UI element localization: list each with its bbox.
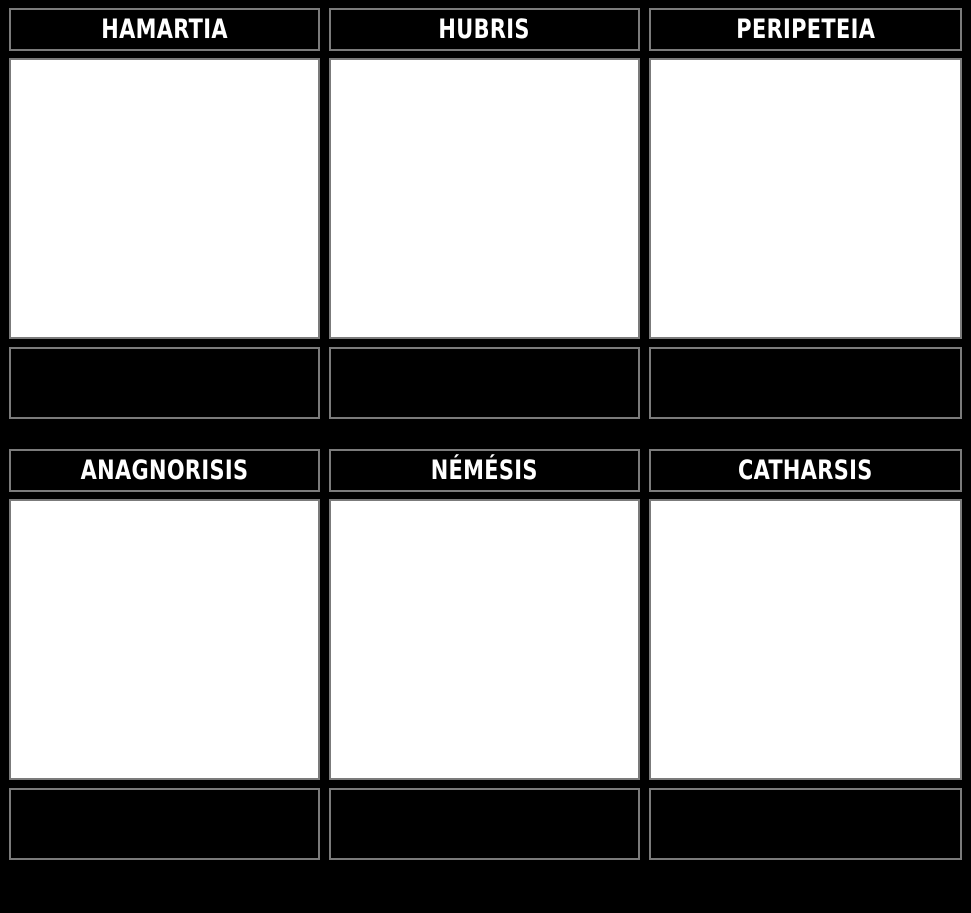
cell-title-text: HUBRIS bbox=[438, 14, 531, 45]
cell-drawing-panel[interactable] bbox=[9, 58, 320, 339]
cell-caption-box[interactable] bbox=[649, 347, 962, 419]
storyboard-grid: HAMARTIA HUBRIS PERIPETEIA ANAGNORISIS N… bbox=[0, 0, 971, 913]
cell-title-bar[interactable]: HUBRIS bbox=[329, 8, 640, 51]
storyboard-cell-peripeteia[interactable]: PERIPETEIA bbox=[649, 8, 962, 419]
cell-caption-box[interactable] bbox=[9, 347, 320, 419]
storyboard-cell-hubris[interactable]: HUBRIS bbox=[329, 8, 640, 419]
cell-title-bar[interactable]: HAMARTIA bbox=[9, 8, 320, 51]
cell-title-text: ANAGNORISIS bbox=[80, 455, 249, 486]
cell-title-bar[interactable]: NÉMÉSIS bbox=[329, 449, 640, 492]
storyboard-row-1: HAMARTIA HUBRIS PERIPETEIA bbox=[0, 0, 971, 419]
storyboard-row-2: ANAGNORISIS NÉMÉSIS CATHARSIS bbox=[0, 419, 971, 860]
cell-title-bar[interactable]: PERIPETEIA bbox=[649, 8, 962, 51]
cell-caption-text bbox=[331, 790, 638, 800]
cell-drawing-panel[interactable] bbox=[649, 499, 962, 780]
cell-drawing-panel[interactable] bbox=[329, 499, 640, 780]
cell-title-bar[interactable]: CATHARSIS bbox=[649, 449, 962, 492]
cell-caption-text bbox=[11, 349, 318, 359]
cell-title-text: PERIPETEIA bbox=[736, 14, 875, 45]
cell-drawing-panel[interactable] bbox=[649, 58, 962, 339]
storyboard-cell-catharsis[interactable]: CATHARSIS bbox=[649, 449, 962, 860]
cell-title-bar[interactable]: ANAGNORISIS bbox=[9, 449, 320, 492]
cell-drawing-panel[interactable] bbox=[329, 58, 640, 339]
cell-caption-box[interactable] bbox=[329, 788, 640, 860]
cell-drawing-panel[interactable] bbox=[9, 499, 320, 780]
storyboard-cell-hamartia[interactable]: HAMARTIA bbox=[9, 8, 320, 419]
cell-title-text: NÉMÉSIS bbox=[430, 455, 539, 486]
cell-caption-text bbox=[331, 349, 638, 359]
storyboard-cell-anagnorisis[interactable]: ANAGNORISIS bbox=[9, 449, 320, 860]
cell-caption-text bbox=[651, 790, 960, 800]
cell-caption-text bbox=[651, 349, 960, 359]
cell-title-text: CATHARSIS bbox=[738, 455, 873, 486]
cell-caption-box[interactable] bbox=[649, 788, 962, 860]
storyboard-cell-nemesis[interactable]: NÉMÉSIS bbox=[329, 449, 640, 860]
cell-caption-text bbox=[11, 790, 318, 800]
cell-title-text: HAMARTIA bbox=[101, 14, 228, 45]
cell-caption-box[interactable] bbox=[329, 347, 640, 419]
cell-caption-box[interactable] bbox=[9, 788, 320, 860]
